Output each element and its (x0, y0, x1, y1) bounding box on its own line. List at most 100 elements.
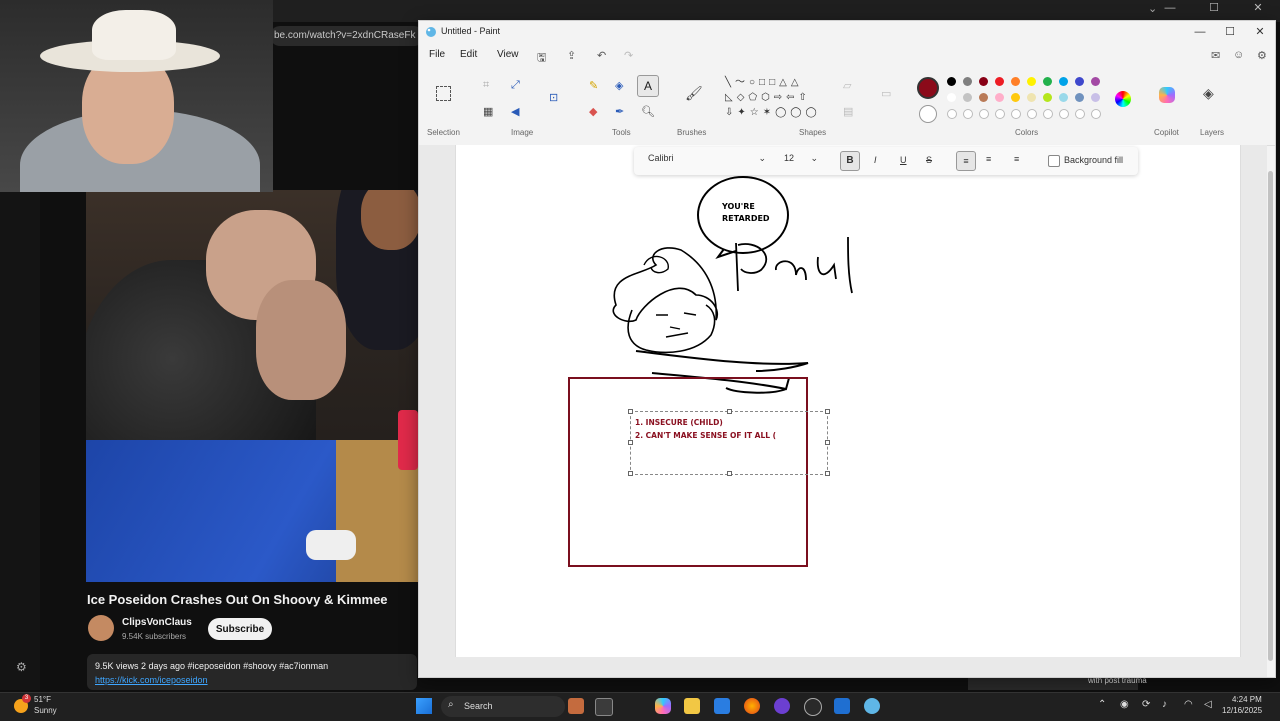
color-swatch[interactable] (995, 77, 1004, 86)
color-swatch[interactable] (1059, 77, 1068, 86)
color-swatch[interactable] (1011, 77, 1020, 86)
custom-color-slot[interactable] (1011, 109, 1021, 119)
channel-name[interactable]: ClipsVonClaus (122, 617, 192, 628)
clock-date[interactable]: 12/16/2025 (1222, 706, 1262, 715)
fill-icon[interactable]: ◈ (615, 79, 623, 92)
network-icon[interactable]: ◉ (1120, 699, 1129, 710)
menu-view[interactable]: View (497, 49, 519, 60)
image-search-icon[interactable]: ⊡ (549, 91, 558, 104)
color-swatch[interactable] (995, 93, 1004, 102)
text-tool-icon[interactable]: A (637, 75, 659, 97)
minimize-icon[interactable]: — (1185, 21, 1215, 43)
custom-color-slot[interactable] (995, 109, 1005, 119)
custom-color-slot[interactable] (1091, 109, 1101, 119)
close-icon[interactable]: ✕ (1245, 21, 1275, 43)
obs-app-icon[interactable] (774, 698, 790, 714)
avatar[interactable] (88, 615, 114, 641)
microphone-icon[interactable]: ♪ (1162, 699, 1167, 710)
color-swatch[interactable] (979, 93, 988, 102)
firefox-icon[interactable] (744, 698, 760, 714)
sync-icon[interactable]: ⟳ (1142, 699, 1150, 710)
layers-icon[interactable]: ◈ (1203, 85, 1214, 102)
shape-style-icon[interactable]: ▭ (881, 87, 891, 100)
address-bar[interactable]: be.com/watch?v=2xdnCRaseFk (270, 26, 424, 46)
color-swatch[interactable] (1091, 77, 1100, 86)
close-icon[interactable]: ✕ (1236, 0, 1280, 22)
drawing-canvas[interactable]: YOU'RE RETARDED Calibri ⌄ 12 ⌄ B I U S ≡… (455, 145, 1241, 657)
pencil-icon[interactable]: ✎ (589, 79, 598, 92)
minimize-icon[interactable]: — (1148, 0, 1192, 22)
custom-color-slot[interactable] (1059, 109, 1069, 119)
resize-handle[interactable] (727, 471, 732, 476)
taskbar-search[interactable] (441, 696, 565, 717)
resize-handle[interactable] (825, 471, 830, 476)
clock-time[interactable]: 4:24 PM (1232, 695, 1262, 704)
shapes-gallery[interactable]: ╲〜○□□△△ ◺◇⬠⬡⇨⇦⇧ ⇩✦☆✶◯◯◯ (725, 75, 827, 127)
paint-taskbar-icon[interactable] (864, 698, 880, 714)
settings-icon[interactable]: ⚙ (1257, 49, 1267, 62)
recording-app-icon[interactable] (804, 698, 822, 716)
underline-button[interactable]: U (900, 155, 907, 165)
align-center-button[interactable]: ≡ (986, 154, 991, 164)
share-icon[interactable]: ⇪ (567, 49, 576, 62)
select-all-icon[interactable]: ▦ (483, 105, 493, 118)
color-swatch[interactable] (963, 93, 972, 102)
copilot-icon[interactable] (1159, 87, 1175, 103)
text-box[interactable]: 1. INSECURE (CHILD) 2. CAN'T MAKE SENSE … (628, 409, 830, 476)
resize-handle[interactable] (628, 409, 633, 414)
align-right-button[interactable]: ≡ (1014, 154, 1019, 164)
start-button[interactable] (416, 698, 432, 714)
menu-file[interactable]: File (429, 49, 445, 60)
secondary-color-swatch[interactable] (919, 105, 937, 123)
italic-button[interactable]: I (874, 155, 877, 165)
widgets-app-icon[interactable] (568, 698, 584, 714)
chevron-up-icon[interactable]: ⌃ (1098, 699, 1106, 710)
redo-icon[interactable]: ↷ (624, 49, 633, 62)
resize-handle[interactable] (825, 409, 830, 414)
color-wheel-icon[interactable] (1115, 91, 1131, 107)
color-swatch[interactable] (1075, 77, 1084, 86)
color-swatch[interactable] (1043, 93, 1052, 102)
store-app-icon[interactable] (714, 698, 730, 714)
background-fill-checkbox[interactable] (1048, 155, 1060, 167)
volume-icon[interactable]: ◁ (1204, 699, 1212, 710)
active-color-swatch[interactable] (917, 77, 939, 99)
maximize-icon[interactable]: ☐ (1215, 21, 1245, 43)
font-family-select[interactable]: Calibri ⌄ (648, 153, 766, 169)
subscribe-button[interactable]: Subscribe (208, 618, 272, 640)
color-swatch[interactable] (1027, 77, 1036, 86)
color-swatch[interactable] (979, 77, 988, 86)
color-swatch[interactable] (963, 77, 972, 86)
custom-color-slot[interactable] (1043, 109, 1053, 119)
resize-icon[interactable]: ⤢ (511, 79, 520, 92)
color-swatch[interactable] (1043, 77, 1052, 86)
color-swatch[interactable] (1027, 93, 1036, 102)
maximize-icon[interactable]: ☐ (1192, 0, 1236, 22)
fill-style-icon[interactable]: ▤ (843, 105, 853, 118)
brush-icon[interactable]: 🖌︎ (685, 85, 703, 102)
gear-icon[interactable]: ⚙ (16, 660, 27, 674)
rotate-icon[interactable]: ◀ (511, 105, 519, 118)
account-icon[interactable]: ☺ (1233, 49, 1244, 61)
video-player[interactable] (86, 190, 418, 582)
snipping-app-icon[interactable] (834, 698, 850, 714)
custom-color-slot[interactable] (1027, 109, 1037, 119)
resize-handle[interactable] (825, 440, 830, 445)
font-size-select[interactable]: 12 ⌄ (784, 153, 818, 169)
save-icon[interactable]: 🖫 (537, 49, 546, 68)
magnifier-icon[interactable]: 🔍︎ (641, 105, 655, 118)
color-swatch[interactable] (1059, 93, 1068, 102)
feedback-icon[interactable]: ✉ (1211, 49, 1220, 62)
crop-icon[interactable]: ⌗ (483, 79, 489, 92)
custom-color-slot[interactable] (979, 109, 989, 119)
strikethrough-button[interactable]: S (926, 155, 932, 165)
color-swatch[interactable] (947, 77, 956, 86)
selection-tool[interactable] (436, 86, 451, 101)
vertical-scrollbar[interactable] (1268, 171, 1273, 661)
resize-handle[interactable] (628, 471, 633, 476)
menu-edit[interactable]: Edit (460, 49, 477, 60)
resize-handle[interactable] (628, 440, 633, 445)
custom-color-slot[interactable] (1075, 109, 1085, 119)
copilot-app-icon[interactable] (655, 698, 671, 714)
task-view-icon[interactable] (595, 698, 613, 716)
